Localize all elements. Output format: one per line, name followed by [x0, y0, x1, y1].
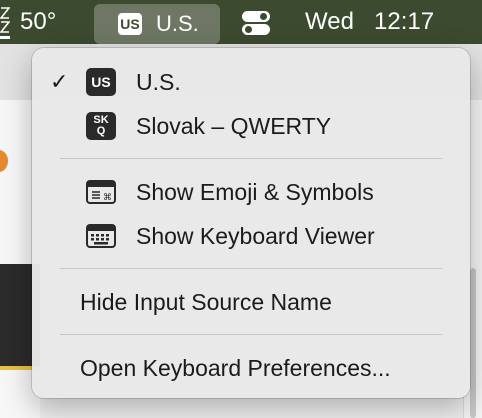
clock-time[interactable]: 12:17 [374, 0, 434, 44]
menu-separator [60, 334, 442, 335]
menu-item-slovak-qwerty[interactable]: SK Q Slovak – QWERTY [32, 104, 470, 148]
emoji-symbols-icon: ⌘ [86, 180, 116, 204]
menu-item-hide-input-source-name[interactable]: Hide Input Source Name [32, 280, 470, 324]
menu-item-show-keyboard-viewer[interactable]: Show Keyboard Viewer [32, 214, 470, 258]
input-source-dropdown: ✓ US U.S. SK Q Slovak – QWERTY ⌘ Show Em… [32, 48, 470, 398]
menu-item-label: Hide Input Source Name [80, 289, 332, 315]
menu-separator [60, 158, 442, 159]
menu-item-label: Show Keyboard Viewer [136, 223, 375, 249]
slovak-layout-icon: SK Q [86, 112, 116, 140]
partial-menubar-icon[interactable] [0, 6, 11, 40]
input-source-badge: US [118, 13, 142, 35]
weather-temperature[interactable]: 50° [20, 0, 56, 44]
menu-item-label: Show Emoji & Symbols [136, 179, 374, 205]
menu-item-show-emoji-symbols[interactable]: ⌘ Show Emoji & Symbols [32, 170, 470, 214]
menu-item-open-keyboard-preferences[interactable]: Open Keyboard Preferences... [32, 346, 470, 390]
menu-item-us[interactable]: ✓ US U.S. [32, 60, 470, 104]
svg-text:⌘: ⌘ [103, 193, 112, 203]
control-center-icon[interactable] [242, 10, 270, 36]
checkmark-icon: ✓ [50, 69, 69, 94]
menu-item-label: Slovak – QWERTY [136, 113, 332, 139]
menu-separator [60, 268, 442, 269]
us-flag-icon: US [86, 68, 116, 96]
keyboard-icon [86, 224, 116, 248]
input-source-label: U.S. [156, 11, 199, 36]
background-scrollbar[interactable] [470, 268, 476, 418]
menu-item-label: U.S. [136, 69, 181, 95]
clock-day[interactable]: Wed [305, 0, 354, 44]
menu-item-label: Open Keyboard Preferences... [80, 355, 391, 381]
input-source-menu-extra[interactable]: US U.S. [94, 4, 220, 44]
menu-bar: 50° US U.S. Wed 12:17 [0, 0, 482, 44]
